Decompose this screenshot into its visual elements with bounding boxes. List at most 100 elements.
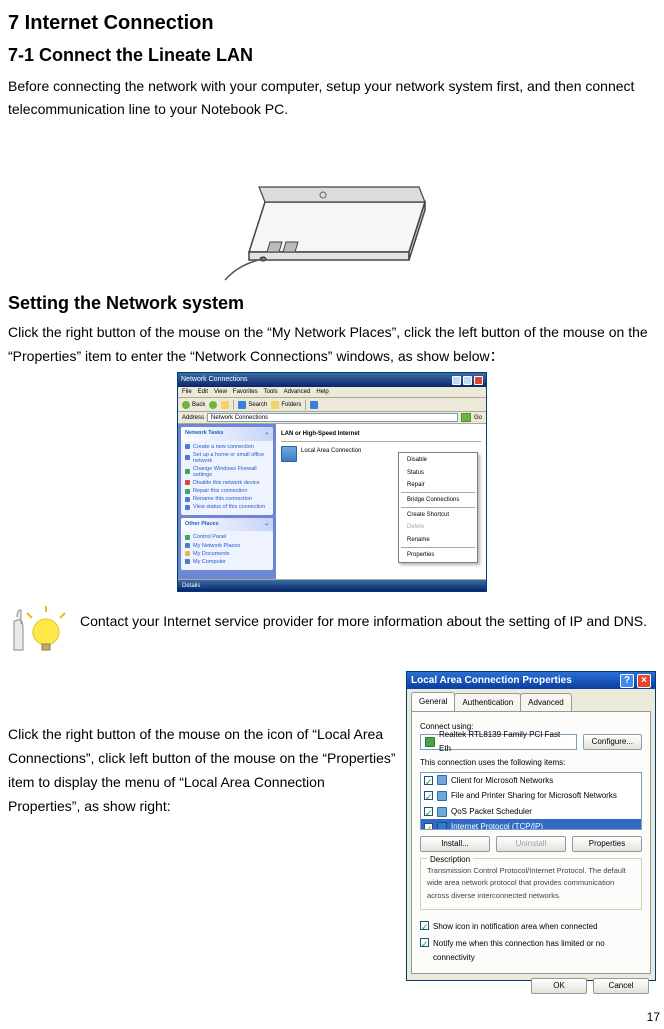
go-button[interactable]: [461, 413, 471, 422]
ctx-repair[interactable]: Repair: [399, 479, 477, 491]
ctx-disable[interactable]: Disable: [399, 454, 477, 466]
cancel-button[interactable]: Cancel: [593, 978, 649, 994]
up-button[interactable]: [221, 401, 229, 409]
minimize-button[interactable]: [452, 376, 461, 385]
protocol-icon: [437, 822, 447, 829]
toolbar: Back Search Folders: [178, 398, 486, 412]
menu-file[interactable]: File: [182, 387, 192, 397]
checkbox-icon[interactable]: [424, 776, 433, 785]
uses-label: This connection uses the following items…: [420, 756, 642, 770]
dialog-title-text: Local Area Connection Properties: [411, 672, 572, 689]
service-icon: [437, 807, 447, 817]
client-icon: [437, 775, 447, 785]
show-icon-checkbox[interactable]: Show icon in notification area when conn…: [420, 920, 642, 934]
protocol-list[interactable]: Client for Microsoft Networks File and P…: [420, 772, 642, 830]
laptop-illustration: [219, 132, 445, 282]
address-bar: Address Network Connections Go: [178, 412, 486, 424]
lightbulb-hand-icon: [8, 602, 68, 657]
close-button[interactable]: ×: [637, 674, 651, 688]
subsection-title: Setting the Network system: [8, 288, 656, 319]
close-button[interactable]: [474, 376, 483, 385]
nic-field: Realtek RTL8139 Family PCI Fast Eth: [420, 734, 577, 750]
description-group: Description Transmission Control Protoco…: [420, 858, 642, 910]
ctx-rename[interactable]: Rename: [399, 534, 477, 546]
chapter-title: 7 Internet Connection: [8, 6, 656, 40]
ctx-properties[interactable]: Properties: [399, 549, 477, 561]
explorer-sidebar: Network Tasks⌄ Create a new connection S…: [178, 424, 276, 579]
nic-icon: [425, 737, 435, 747]
task-item[interactable]: Change Windows Firewall settings: [185, 466, 269, 478]
task-item[interactable]: Rename this connection: [185, 496, 269, 502]
service-icon: [437, 791, 447, 801]
task-item[interactable]: Disable this network device: [185, 480, 269, 486]
tab-authentication[interactable]: Authentication: [454, 693, 521, 712]
place-item[interactable]: Control Panel: [185, 534, 269, 540]
place-item[interactable]: My Network Places: [185, 543, 269, 549]
tab-strip: General Authentication Advanced: [407, 693, 655, 711]
window-titlebar: Network Connections: [178, 373, 486, 387]
list-item[interactable]: File and Printer Sharing for Microsoft N…: [421, 788, 641, 804]
forward-button[interactable]: [209, 401, 217, 409]
task-item[interactable]: Create a new connection: [185, 444, 269, 450]
tab-page-general: Connect using: Realtek RTL8139 Family PC…: [411, 711, 651, 973]
intro-paragraph: Before connecting the network with your …: [8, 75, 656, 123]
tab-general[interactable]: General: [411, 692, 455, 712]
place-item[interactable]: My Computer: [185, 559, 269, 565]
context-menu: Disable Status Repair Bridge Connections…: [398, 452, 478, 563]
checkbox-icon[interactable]: [420, 938, 429, 947]
setting-paragraph: Click the right button of the mouse on t…: [8, 321, 656, 369]
checkbox-icon[interactable]: [424, 823, 433, 830]
task-item[interactable]: Repair this connection: [185, 488, 269, 494]
task-item[interactable]: Set up a home or small office network: [185, 452, 269, 464]
place-item[interactable]: My Documents: [185, 551, 269, 557]
dialog-titlebar: Local Area Connection Properties ? ×: [407, 672, 655, 689]
menu-advanced[interactable]: Advanced: [284, 387, 311, 397]
network-connections-window: Network Connections File Edit View Favor…: [177, 372, 487, 592]
ctx-status[interactable]: Status: [399, 467, 477, 479]
connection-group-header: LAN or High-Speed Internet: [281, 427, 481, 441]
nic-name: Realtek RTL8139 Family PCI Fast Eth: [439, 728, 572, 755]
list-item[interactable]: QoS Packet Scheduler: [421, 804, 641, 820]
search-button[interactable]: Search: [238, 400, 267, 410]
checkbox-icon[interactable]: [424, 807, 433, 816]
ctx-bridge[interactable]: Bridge Connections: [399, 494, 477, 506]
menu-view[interactable]: View: [214, 387, 227, 397]
task-item[interactable]: View status of this connection: [185, 504, 269, 510]
install-button[interactable]: Install...: [420, 836, 490, 852]
status-bar: Details: [178, 579, 486, 591]
menu-tools[interactable]: Tools: [264, 387, 278, 397]
folders-button[interactable]: Folders: [271, 400, 301, 410]
other-places-panel: Other Places⌄ Control Panel My Network P…: [181, 518, 273, 570]
list-item-selected[interactable]: Internet Protocol (TCP/IP): [421, 819, 641, 829]
address-field[interactable]: Network Connections: [207, 413, 458, 422]
list-item[interactable]: Client for Microsoft Networks: [421, 773, 641, 789]
lac-properties-dialog: Local Area Connection Properties ? × Gen…: [406, 671, 656, 981]
network-tasks-panel: Network Tasks⌄ Create a new connection S…: [181, 427, 273, 515]
checkbox-icon[interactable]: [424, 791, 433, 800]
description-label: Description: [427, 853, 473, 867]
properties-button[interactable]: Properties: [572, 836, 642, 852]
network-connection-icon: [281, 446, 297, 462]
views-button[interactable]: [310, 401, 318, 409]
notify-checkbox[interactable]: Notify me when this connection has limit…: [420, 937, 642, 964]
go-label: Go: [474, 413, 482, 423]
window-title-text: Network Connections: [181, 374, 248, 386]
tip-block: Contact your Internet service provider f…: [8, 602, 656, 657]
explorer-main: LAN or High-Speed Internet Local Area Co…: [276, 424, 486, 579]
uninstall-button: Uninstall: [496, 836, 566, 852]
checkbox-icon[interactable]: [420, 921, 429, 930]
maximize-button[interactable]: [463, 376, 472, 385]
menu-help[interactable]: Help: [316, 387, 328, 397]
address-label: Address: [182, 413, 204, 423]
tab-advanced[interactable]: Advanced: [520, 693, 572, 712]
menu-edit[interactable]: Edit: [198, 387, 208, 397]
ctx-shortcut[interactable]: Create Shortcut: [399, 509, 477, 521]
ok-button[interactable]: OK: [531, 978, 587, 994]
ctx-delete: Delete: [399, 521, 477, 533]
back-button[interactable]: Back: [182, 400, 205, 410]
dialog-footer: OK Cancel: [407, 978, 655, 1000]
help-button[interactable]: ?: [620, 674, 634, 688]
menu-favorites[interactable]: Favorites: [233, 387, 258, 397]
configure-button[interactable]: Configure...: [583, 734, 642, 750]
section-title: 7-1 Connect the Lineate LAN: [8, 40, 656, 71]
